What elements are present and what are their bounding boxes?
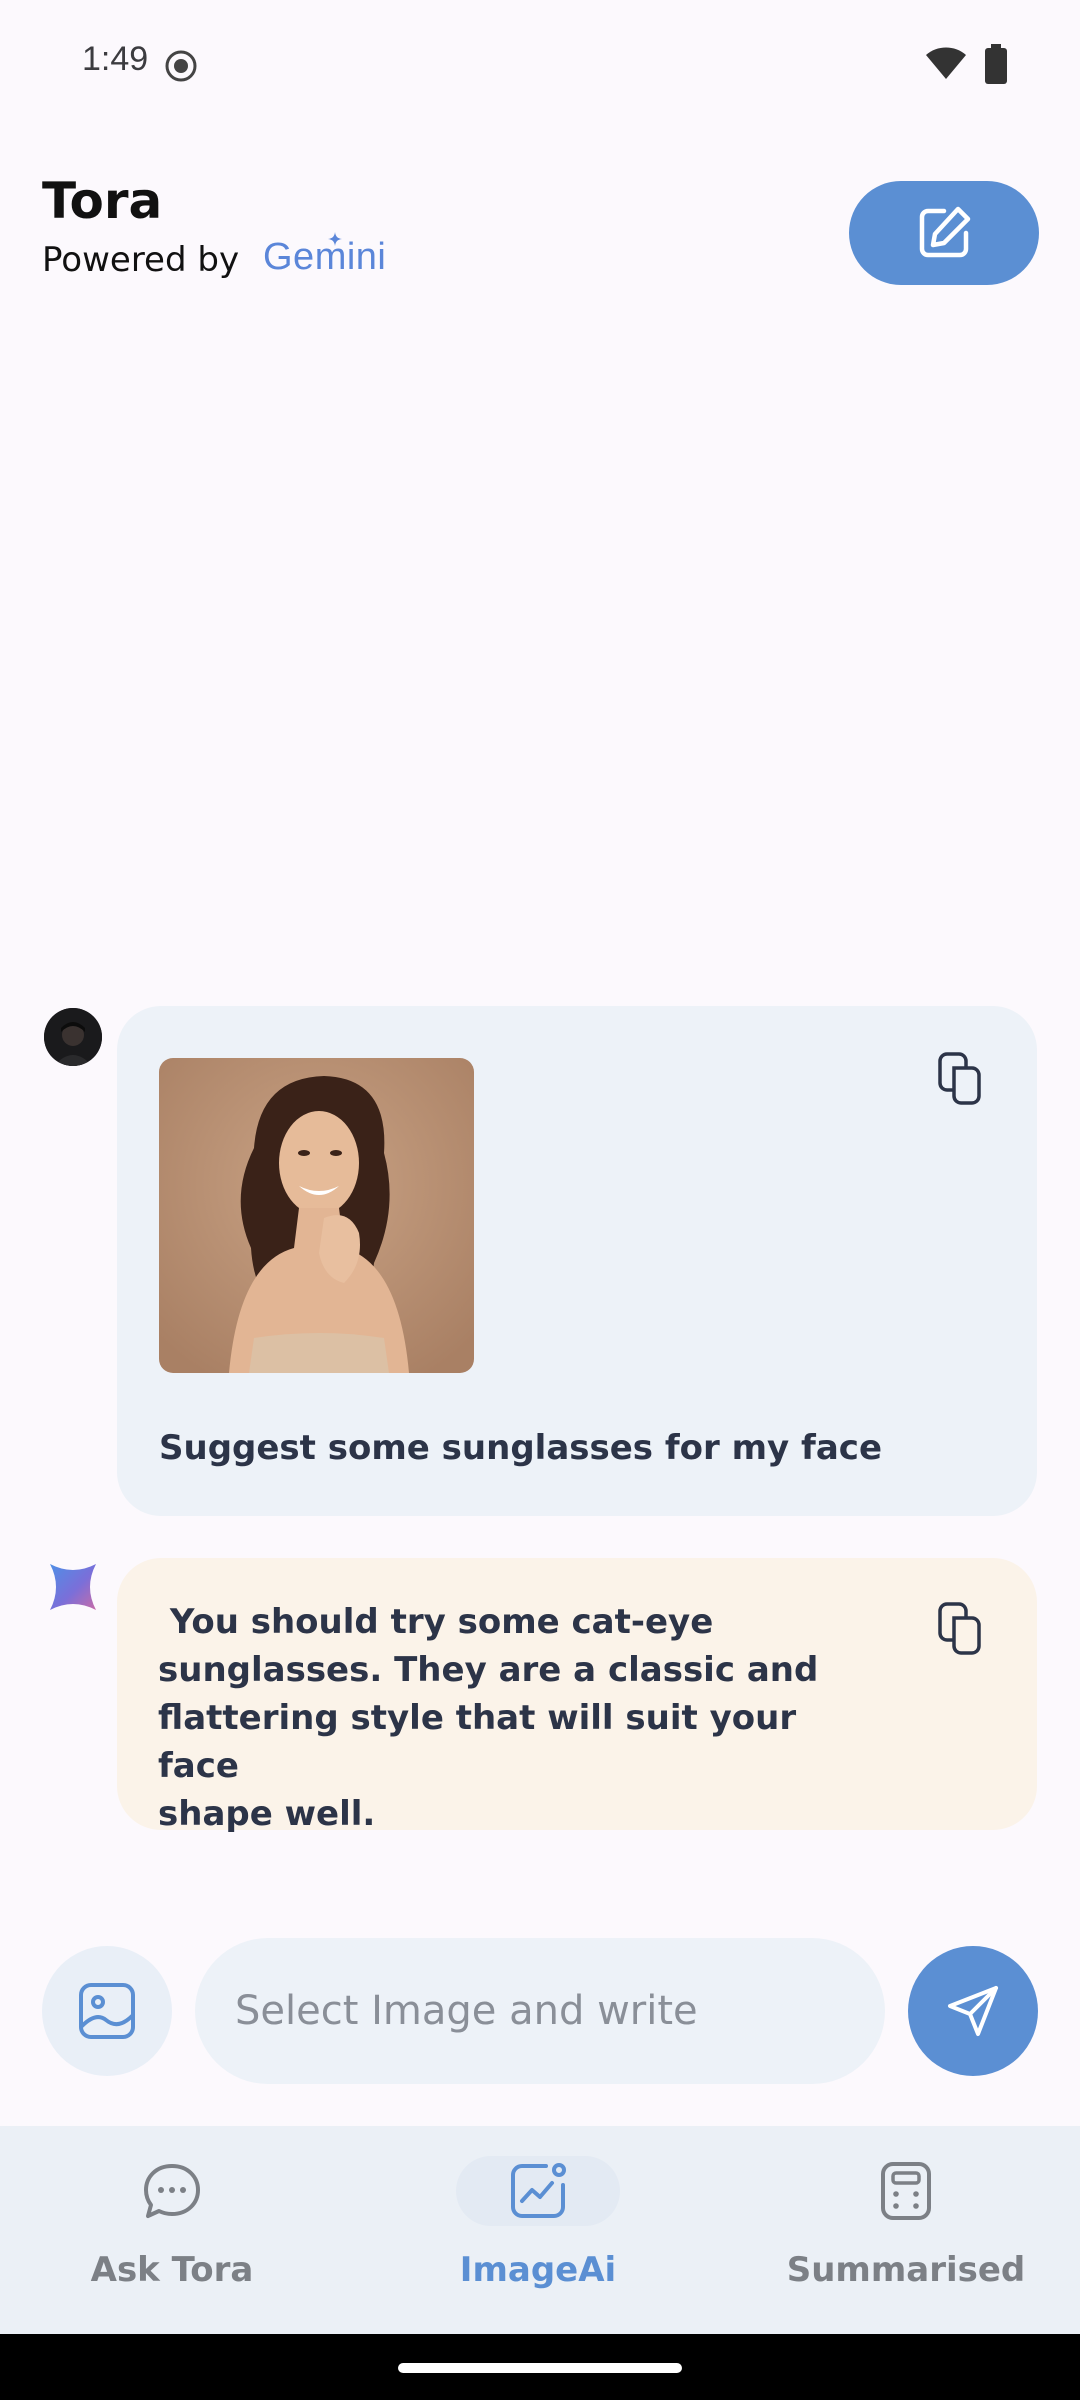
calculator-icon [881,2162,931,2220]
copy-icon[interactable] [936,1050,988,1108]
nav-imageai[interactable]: ImageAi [388,2126,688,2334]
gemini-sparkle-icon [50,1564,96,1610]
home-indicator[interactable] [398,2363,682,2373]
edit-icon [919,206,971,258]
gemini-logo: Gemini [263,236,387,278]
chat-bubble-icon [144,2164,200,2218]
gallery-icon [79,1983,135,2039]
gemini-spark-icon [328,232,342,246]
app-title: Tora [42,172,163,230]
message-input[interactable] [195,1938,885,2084]
wifi-icon [926,47,966,79]
copy-icon[interactable] [936,1600,988,1658]
screen-record-icon [165,50,197,82]
user-message-text: Suggest some sunglasses for my face [159,1428,882,1468]
user-avatar [44,1008,102,1066]
send-icon [948,1986,998,2036]
nav-label-summarised: Summarised [786,2250,1026,2290]
status-time: 1:49 [82,40,149,78]
nav-label-imageai: ImageAi [459,2250,617,2290]
nav-ask-tora[interactable]: Ask Tora [22,2126,322,2334]
new-chat-button[interactable] [849,181,1039,285]
ai-message-text: You should try some cat-eye sunglasses. … [158,1602,819,1834]
image-picker-button[interactable] [42,1946,172,2076]
powered-by-label: Powered by [42,240,240,280]
nav-summarised[interactable]: Summarised [756,2126,1056,2334]
send-button[interactable] [908,1946,1038,2076]
battery-icon [985,44,1007,84]
uploaded-image[interactable] [159,1058,474,1373]
nav-label-ask-tora: Ask Tora [90,2250,254,2290]
image-chart-icon [511,2163,566,2218]
